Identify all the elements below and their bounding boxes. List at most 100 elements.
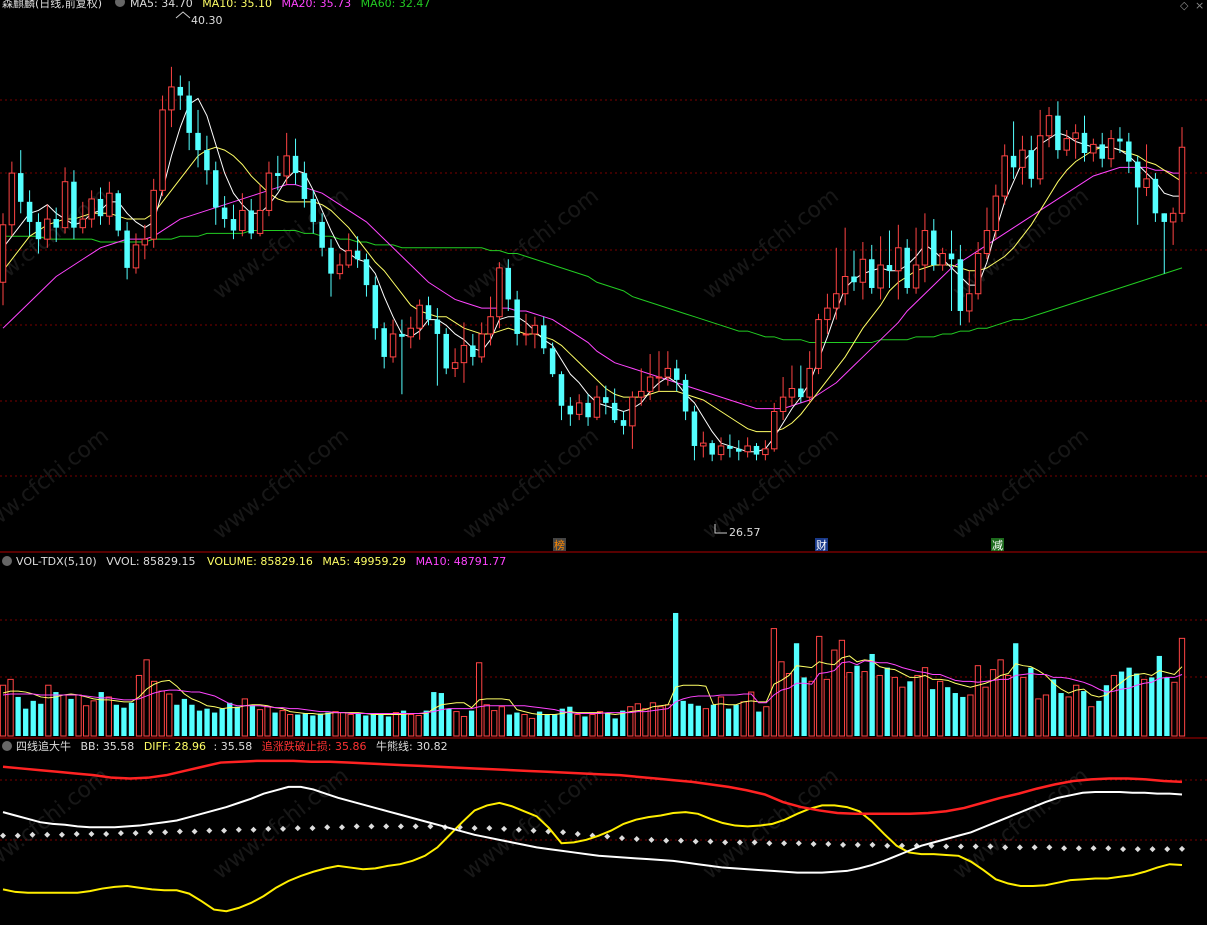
watermark-text: www.cfchi.com [208,423,353,544]
bull-bear-point [206,827,213,834]
volume-bar [219,708,225,736]
bull-bear-point [574,830,581,837]
candle-body [948,253,955,260]
volume-bar [770,628,778,737]
candle-body [443,333,449,369]
bull-bear-point [677,837,684,844]
candle-body [798,388,804,398]
volume-bar [884,667,890,736]
volume-bar [415,714,422,737]
close-icon[interactable]: × [1195,0,1204,12]
volume-bar [816,635,823,737]
candle-body [585,402,591,418]
bull-bear-point [1105,845,1112,852]
volume-bar [135,674,143,737]
bull-bear-point [1061,845,1068,852]
event-marker-jian[interactable]: 减 [991,538,1004,552]
bull-bear-point [1179,845,1185,852]
candle-body [115,193,121,231]
volume-bar [174,704,180,736]
marker-bang-text: 榜 [554,538,565,552]
candle-body [611,402,618,421]
bull-bear-point [648,836,655,843]
volume-bar [552,714,558,736]
bull-bear-point [412,823,419,830]
volume-bar [241,698,248,737]
candle-body [1090,143,1097,154]
bull-bear-point [884,842,891,849]
event-marker-bang[interactable]: 榜 [553,538,566,552]
candle-body [478,333,485,358]
candle-body [301,173,308,199]
candle-body [319,221,325,248]
candle-body [921,230,929,266]
volume-bar [204,708,210,736]
volume-bar [355,713,361,736]
candle-body [292,155,299,174]
volume-bar [748,691,755,737]
volume-bar [332,711,339,737]
volume-bar [68,698,74,736]
candle-body [213,170,219,208]
volume-bar [1141,678,1148,737]
bull-bear-point [560,829,567,836]
volume-bar [105,696,112,737]
volume-bar [378,714,384,736]
volume-bar [128,702,135,736]
volume-bar [287,714,294,737]
candle-body [1161,213,1168,222]
price-header: 森麒麟(日线,前复权) MA5: 34.70 MA10: 35.10 MA20:… [2,0,1204,12]
candle-body [1117,138,1123,142]
volume-bar [717,696,725,737]
volume-bar [838,639,846,737]
candle-body [221,207,228,220]
candle-body [629,396,636,427]
bull-bear-point [117,830,124,837]
candle-body [1055,115,1061,151]
low-label: 26.57 [729,526,761,539]
candle-body [717,445,725,456]
candle-body [71,181,77,228]
volume-bar [688,703,694,736]
candle-body [204,150,210,171]
candle-body [1169,212,1177,223]
candle-body [275,173,281,176]
candle-body [558,374,565,406]
candle-body [522,333,530,336]
volume-bar [634,703,641,737]
volume-bar [680,700,686,736]
event-marker-cai[interactable]: 财 [815,538,828,552]
stock-chart[interactable]: www.cfchi.com www.cfchi.com www.cfchi.com w… [0,0,1207,925]
volume-bar [272,712,278,736]
volume-panel[interactable] [0,612,1186,737]
volume-bar [528,717,536,737]
bull-bear-point [471,825,478,832]
watermark-text: www.cfchi.com [0,183,114,304]
volume-bar [53,692,59,736]
volume-bar [589,714,596,737]
volume-bar [801,677,807,736]
volume-bar [211,712,218,736]
settings-icon[interactable] [2,556,12,566]
volume-bar [491,710,498,737]
candle-body [26,201,33,222]
candle-body [88,198,95,220]
watermark-text: www.cfchi.com [458,763,603,884]
candle-body [549,348,556,375]
volume-bar [363,715,369,736]
settings-icon[interactable] [2,741,12,751]
bull-bear-point [1120,846,1127,853]
candle-body [1099,144,1105,159]
candle-body [1072,132,1079,140]
volume-bar [657,706,664,737]
candle-body [256,209,264,234]
volume-bar [234,706,240,736]
bull-bear-point [1046,844,1053,851]
volume-bar [317,713,324,736]
candle-body [363,259,370,286]
candle-body [655,376,663,379]
diamond-icon[interactable]: ◇ [1180,0,1189,12]
volume-bar [521,714,528,737]
candle-body [425,305,432,320]
settings-icon[interactable] [115,0,125,7]
